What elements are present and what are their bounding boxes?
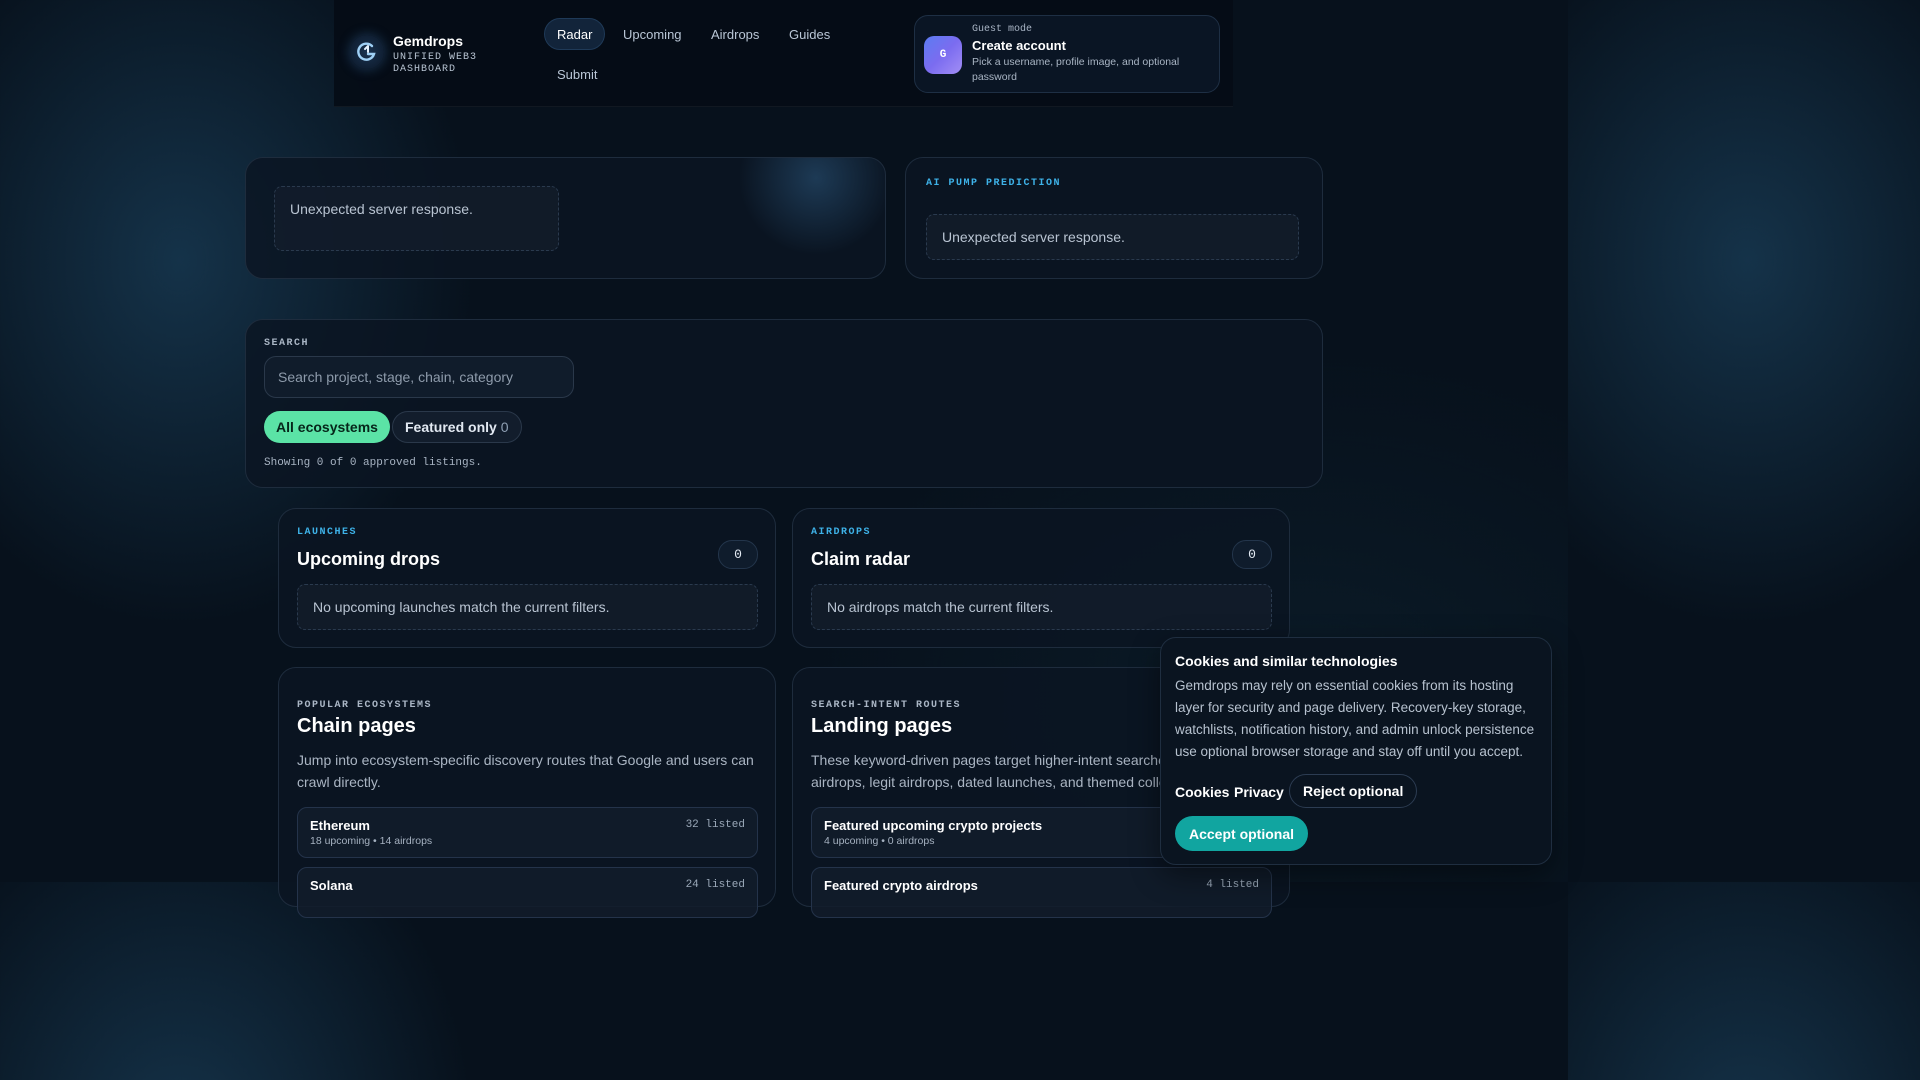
landing-eyebrow: SEARCH-INTENT ROUTES [811, 700, 962, 711]
create-account-title: Create account [972, 38, 1066, 53]
results-count: Showing 0 of 0 approved listings. [264, 457, 482, 469]
brand-subtitle: UNIFIED WEB3 DASHBOARD [393, 52, 478, 75]
create-account-card[interactable]: G Guest mode Create account Pick a usern… [914, 15, 1220, 93]
cookie-title: Cookies and similar technologies [1175, 653, 1398, 669]
launches-title: Upcoming drops [297, 549, 440, 569]
route-title: Featured crypto airdrops [824, 878, 978, 893]
ai-prediction-panel: AI PUMP PREDICTION Unexpected server res… [905, 157, 1323, 279]
route-count: 4 listed [1206, 879, 1259, 891]
cookie-consent-banner: Cookies and similar technologies Gemdrop… [1160, 637, 1552, 865]
landing-title: Landing pages [811, 715, 953, 737]
chain-route-ethereum[interactable]: Ethereum 18 upcoming • 14 airdrops 32 li… [297, 807, 758, 858]
route-title: Ethereum [310, 818, 370, 833]
launches-eyebrow: LAUNCHES [297, 527, 358, 538]
nav-guides[interactable]: Guides [777, 18, 842, 50]
hero-error-message: Unexpected server response. [274, 186, 559, 251]
airdrops-card: AIRDROPS Claim radar 0 No airdrops match… [792, 508, 1290, 648]
chip-featured-count: 0 [500, 419, 509, 435]
route-count: 24 listed [685, 879, 745, 891]
chain-route-solana[interactable]: Solana 24 listed [297, 867, 758, 918]
nav-submit[interactable]: Submit [545, 58, 609, 90]
create-account-description: Pick a username, profile image, and opti… [972, 56, 1180, 83]
airdrops-eyebrow: AIRDROPS [811, 527, 872, 538]
route-count: 32 listed [685, 819, 745, 831]
search-input[interactable] [264, 356, 574, 398]
route-title: Solana [310, 878, 353, 893]
brand-name: Gemdrops [393, 33, 464, 49]
nav-upcoming[interactable]: Upcoming [611, 18, 694, 50]
route-stats: 18 upcoming • 14 airdrops [310, 835, 433, 847]
cookie-text: Gemdrops may rely on essential cookies f… [1175, 678, 1535, 759]
search-label: SEARCH [264, 338, 310, 349]
chains-title: Chain pages [297, 715, 416, 737]
launches-card: LAUNCHES Upcoming drops 0 No upcoming la… [278, 508, 776, 648]
cookies-link[interactable]: Cookies [1175, 784, 1229, 800]
launches-count-badge: 0 [718, 540, 758, 569]
airdrops-empty-message: No airdrops match the current filters. [811, 584, 1272, 630]
airdrops-title: Claim radar [811, 549, 911, 569]
chip-all-ecosystems[interactable]: All ecosystems [264, 411, 390, 443]
chains-eyebrow: POPULAR ECOSYSTEMS [297, 700, 433, 711]
guest-mode-label: Guest mode [972, 24, 1033, 35]
privacy-link[interactable]: Privacy [1234, 784, 1284, 800]
chain-pages-card: POPULAR ECOSYSTEMS Chain pages Jump into… [278, 667, 776, 918]
reject-optional-button[interactable]: Reject optional [1289, 774, 1418, 808]
landing-route-featured-airdrops[interactable]: Featured crypto airdrops 4 listed [811, 867, 1272, 918]
chains-description: Jump into ecosystem-specific discovery r… [297, 752, 754, 790]
airdrops-count-badge: 0 [1232, 540, 1272, 569]
avatar: G [924, 36, 962, 74]
chip-featured-only[interactable]: Featured only 0 [392, 411, 522, 443]
launches-empty-message: No upcoming launches match the current f… [297, 584, 758, 630]
search-panel: SEARCH All ecosystems Featured only 0 Sh… [245, 319, 1323, 488]
nav-radar[interactable]: Radar [544, 18, 606, 50]
prediction-error-message: Unexpected server response. [926, 214, 1299, 260]
brand[interactable]: Gemdrops UNIFIED WEB3 DASHBOARD [350, 32, 477, 76]
top-header: Gemdrops UNIFIED WEB3 DASHBOARD Radar Up… [334, 0, 1233, 107]
gemdrops-logo-icon [350, 35, 384, 69]
accept-optional-button[interactable]: Accept optional [1175, 816, 1309, 851]
hero-panel: Unexpected server response. [245, 157, 886, 279]
chip-featured-label: Featured only [405, 419, 497, 435]
nav-airdrops[interactable]: Airdrops [699, 18, 771, 50]
ai-prediction-eyebrow: AI PUMP PREDICTION [926, 178, 1062, 189]
